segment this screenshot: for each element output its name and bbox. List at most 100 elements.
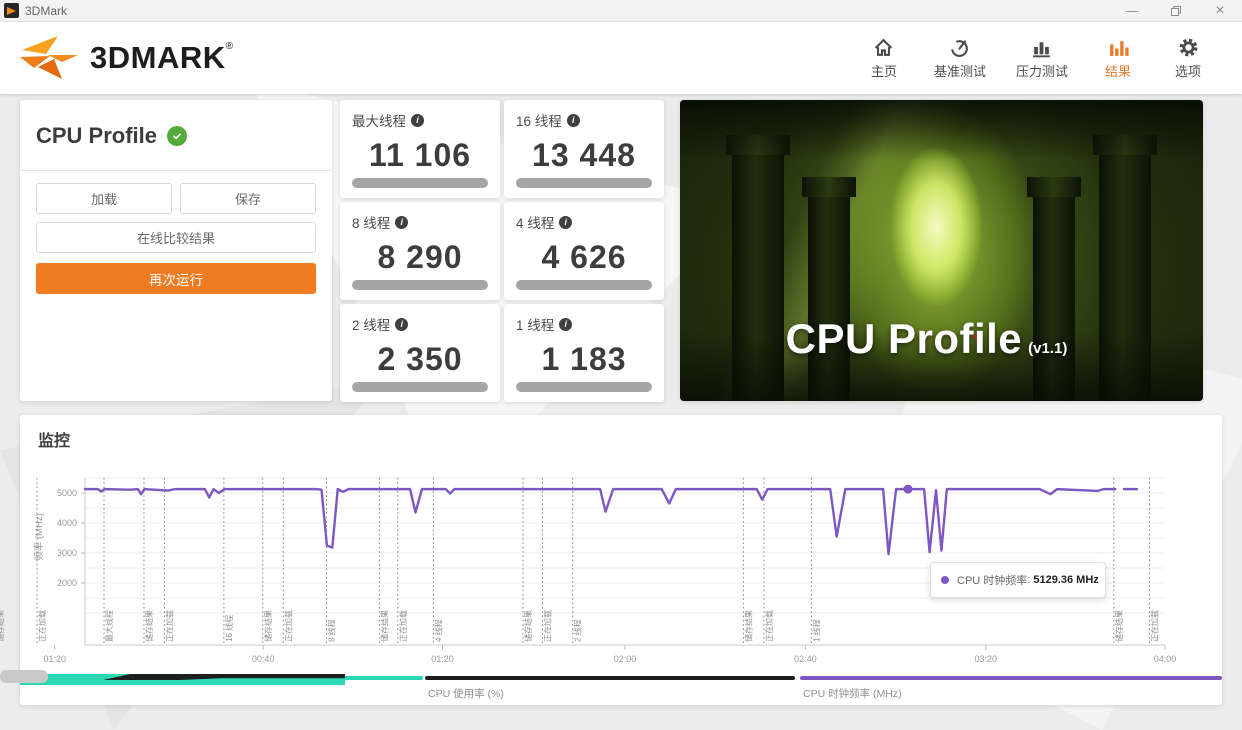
- svg-text:正在加载: 正在加载: [764, 610, 774, 642]
- benchmark-title: CPU Profile: [36, 123, 158, 148]
- window-titlebar: 3DMark — ×: [0, 0, 1242, 22]
- svg-text:正在加载: 正在加载: [542, 610, 552, 642]
- main-nav: 主页 基准测试 压力测试 结果 选项: [864, 37, 1208, 80]
- score-value: 1 183: [541, 341, 627, 377]
- nav-label: 主页: [870, 63, 897, 79]
- legend-label[interactable]: CPU 使用率 (%): [428, 686, 504, 701]
- results-bars-icon: [1109, 40, 1129, 56]
- nav-item-stress-tests[interactable]: 压力测试: [1016, 37, 1068, 80]
- score-bar: [516, 280, 652, 290]
- chart-tooltip: CPU 时钟频率 : 5129.36 MHz: [930, 562, 1106, 598]
- legend-swatch[interactable]: [800, 676, 1222, 680]
- info-icon[interactable]: i: [559, 215, 573, 229]
- nav-item-home[interactable]: 主页: [864, 37, 904, 80]
- svg-text:2 线程: 2 线程: [573, 619, 583, 642]
- svg-text:2000: 2000: [57, 578, 77, 588]
- nav-label: 压力测试: [1015, 63, 1068, 79]
- svg-text:00:40: 00:40: [252, 654, 275, 664]
- score-card: 最大线程 i 11 106: [340, 100, 500, 198]
- score-bar: [352, 280, 488, 290]
- score-label: 4 线程: [516, 216, 555, 231]
- minimize-button[interactable]: —: [1110, 0, 1154, 21]
- nav-item-results[interactable]: 结果: [1098, 37, 1138, 80]
- legend-swatch[interactable]: [425, 676, 795, 680]
- svg-text:储存结果: 储存结果: [523, 610, 533, 642]
- score-bar: [352, 178, 488, 188]
- registered-mark: ®: [225, 40, 233, 52]
- score-card: 4 线程 i 4 626: [504, 202, 664, 300]
- frequency-chart[interactable]: 2000300040005000频率 (MHz)储存结果 正在加载 最大线程 储存结果…: [0, 415, 1222, 705]
- svg-text:3000: 3000: [57, 548, 77, 558]
- svg-text:正在加载: 正在加载: [1149, 610, 1159, 642]
- svg-text:频率 (MHz): 频率 (MHz): [33, 513, 45, 561]
- svg-text:8 线程: 8 线程: [326, 619, 336, 642]
- svg-text:02:40: 02:40: [794, 654, 817, 664]
- nav-label: 选项: [1174, 63, 1201, 79]
- window-title: 3DMark: [25, 3, 68, 18]
- hero-version: (v1.1): [1028, 340, 1068, 357]
- svg-text:01:20: 01:20: [431, 654, 454, 664]
- info-icon[interactable]: i: [411, 113, 424, 127]
- tooltip-value: 5129.36 MHz: [1033, 574, 1099, 586]
- nav-label: 基准测试: [933, 63, 986, 79]
- gauge-icon: [951, 39, 969, 57]
- svg-text:4 线程: 4 线程: [433, 619, 443, 642]
- run-again-button[interactable]: 再次运行: [36, 263, 316, 294]
- chart-scrollbar-handle[interactable]: [0, 670, 48, 683]
- info-icon[interactable]: i: [566, 113, 580, 127]
- score-label: 16 线程: [516, 114, 562, 129]
- score-value: 4 626: [541, 239, 627, 275]
- 3dmark-logo: 3DMARK ®: [18, 35, 233, 81]
- hero-title: CPU Profile: [785, 315, 1023, 362]
- score-card: 16 线程 i 13 448: [504, 100, 664, 198]
- svg-text:正在加载: 正在加载: [37, 610, 47, 642]
- score-label: 最大线程: [352, 114, 406, 129]
- svg-text:02:00: 02:00: [614, 654, 637, 664]
- hero-title-row: CPU Profile (v1.1): [680, 315, 1173, 363]
- brand-text: 3DMARK: [90, 40, 226, 75]
- svg-text:正在加载: 正在加载: [164, 610, 174, 642]
- save-button[interactable]: 保存: [180, 183, 316, 214]
- compare-online-button[interactable]: 在线比较结果: [36, 222, 316, 253]
- cpu-usage-strip-dips: [103, 674, 345, 680]
- svg-text:储存结果: 储存结果: [1114, 610, 1124, 642]
- svg-text:正在加载: 正在加载: [283, 610, 293, 642]
- svg-text:04:00: 04:00: [1154, 654, 1177, 664]
- gear-icon: [1179, 38, 1197, 56]
- score-value: 2 350: [377, 341, 463, 377]
- svg-text:储存结果: 储存结果: [263, 610, 273, 642]
- load-button[interactable]: 加载: [36, 183, 172, 214]
- svg-text:5000: 5000: [57, 488, 77, 498]
- app-header: 3DMARK ® 主页 基准测试 压力测试 结果 选项: [0, 22, 1242, 94]
- nav-item-options[interactable]: 选项: [1168, 37, 1208, 80]
- svg-text:正在加载: 正在加载: [398, 610, 408, 642]
- score-bar: [516, 382, 652, 392]
- score-grid: 最大线程 i 11 106 16 线程 i 13 448 8 线程 i 8 290 4 线程 i 4 …: [340, 100, 664, 402]
- score-label: 8 线程: [352, 216, 391, 231]
- hero-shading: [680, 100, 1203, 160]
- bars-icon: [1033, 41, 1051, 57]
- score-label: 2 线程: [352, 318, 391, 333]
- svg-text:储存结果: 储存结果: [144, 610, 154, 642]
- score-card: 8 线程 i 8 290: [340, 202, 500, 300]
- svg-text:16 线程: 16 线程: [224, 615, 234, 642]
- cpu-usage-strip: [20, 674, 345, 685]
- restore-button[interactable]: [1154, 0, 1198, 21]
- score-value: 13 448: [532, 137, 636, 173]
- svg-text:储存结果: 储存结果: [0, 610, 5, 642]
- divider: [20, 170, 332, 171]
- benchmark-hero-image: CPU Profile (v1.1): [680, 100, 1203, 401]
- info-icon[interactable]: i: [395, 215, 409, 229]
- score-value: 11 106: [368, 137, 472, 173]
- score-label: 1 线程: [516, 318, 555, 333]
- score-card: 2 线程 i 2 350: [340, 304, 500, 402]
- score-value: 8 290: [377, 239, 463, 275]
- app-logo-icon: [4, 3, 19, 18]
- legend-label[interactable]: CPU 时钟频率 (MHz): [803, 686, 902, 701]
- tooltip-series-dot: [941, 576, 949, 584]
- info-icon[interactable]: i: [395, 317, 409, 331]
- close-button[interactable]: ×: [1198, 0, 1242, 21]
- score-card: 1 线程 i 1 183: [504, 304, 664, 402]
- info-icon[interactable]: i: [559, 317, 573, 331]
- nav-item-benchmarks[interactable]: 基准测试: [934, 37, 986, 80]
